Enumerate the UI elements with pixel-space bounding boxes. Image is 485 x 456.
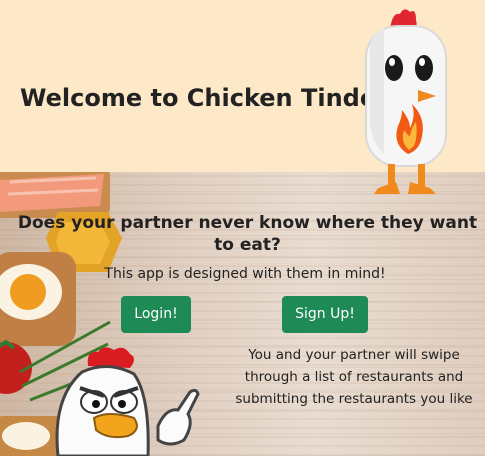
signup-button[interactable]: Sign Up! bbox=[282, 296, 368, 333]
hero-tagline: This app is designed with them in mind! bbox=[104, 266, 386, 282]
hero-question: Does your partner never know where they … bbox=[17, 213, 478, 255]
page-title: Welcome to Chicken Tinder! bbox=[20, 84, 399, 112]
chicken-mascot-icon bbox=[365, 9, 447, 194]
login-button[interactable]: Login! bbox=[121, 296, 191, 333]
hero-description: You and your partner will swipe through … bbox=[235, 347, 473, 407]
hero-section: Does your partner never know where they … bbox=[0, 172, 485, 456]
angry-chicken-icon bbox=[55, 347, 200, 456]
